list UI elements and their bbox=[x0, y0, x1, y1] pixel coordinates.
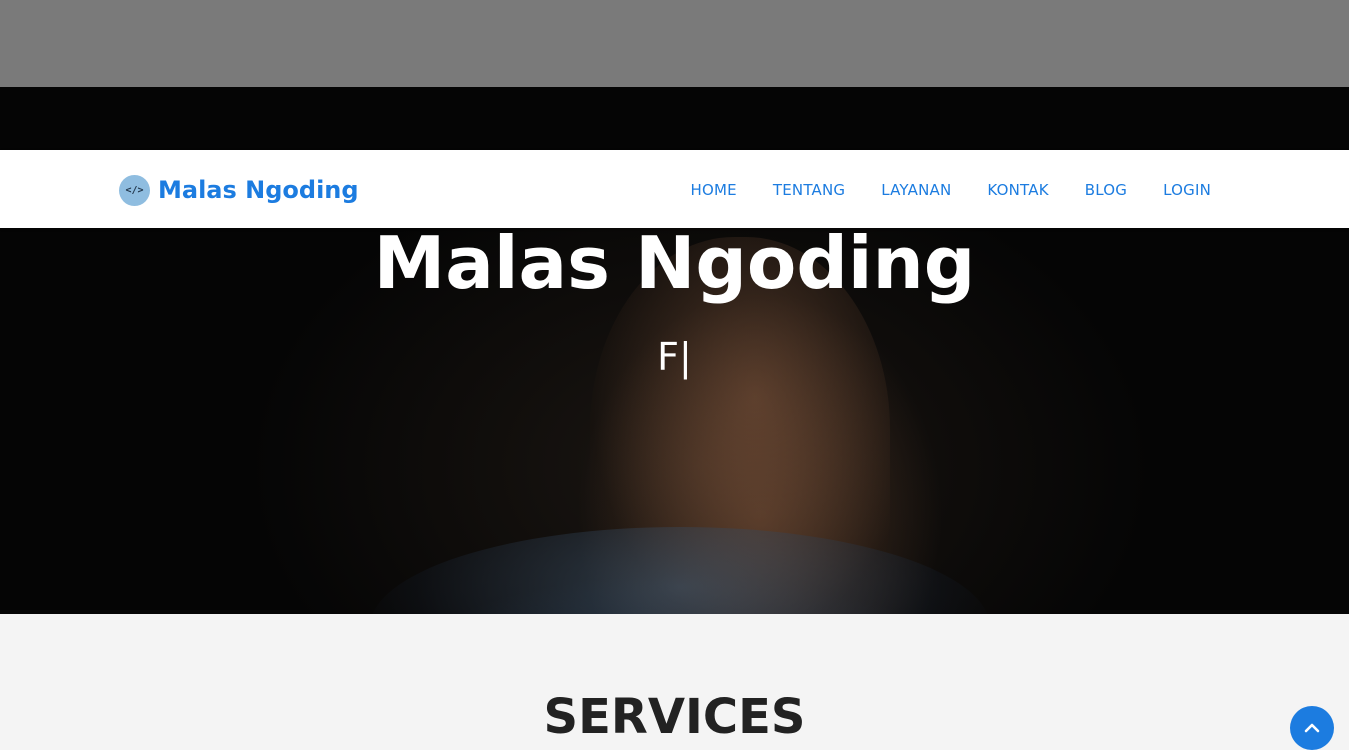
nav-item: KONTAK bbox=[987, 180, 1048, 199]
nav-link-kontak[interactable]: KONTAK bbox=[987, 181, 1048, 199]
nav-item: TENTANG bbox=[773, 180, 845, 199]
nav-item: LAYANAN bbox=[881, 180, 951, 199]
navbar: </> Malas Ngoding HOME TENTANG LAYANAN K… bbox=[0, 150, 1349, 228]
brand-link[interactable]: </> Malas Ngoding bbox=[119, 174, 359, 206]
services-title: SERVICES bbox=[543, 689, 806, 745]
nav-item: HOME bbox=[691, 180, 737, 199]
nav-menu: HOME TENTANG LAYANAN KONTAK BLOG LOGIN bbox=[691, 150, 1211, 228]
nav-link-blog[interactable]: BLOG bbox=[1085, 181, 1127, 199]
nav-link-tentang[interactable]: TENTANG bbox=[773, 181, 845, 199]
nav-item: BLOG bbox=[1085, 180, 1127, 199]
brand-name: Malas Ngoding bbox=[158, 176, 359, 204]
hero-typed-text: F| bbox=[0, 335, 1349, 379]
hero-background-shoulders bbox=[370, 527, 990, 614]
nav-item: LOGIN bbox=[1163, 180, 1211, 199]
back-to-top-button[interactable] bbox=[1290, 706, 1334, 750]
typed-text: F bbox=[657, 335, 680, 379]
hero-title: Malas Ngoding bbox=[373, 221, 976, 305]
chevron-up-icon bbox=[1304, 723, 1320, 733]
typed-cursor: | bbox=[679, 335, 692, 379]
nav-link-login[interactable]: LOGIN bbox=[1163, 181, 1211, 199]
nav-link-home[interactable]: HOME bbox=[691, 181, 737, 199]
code-logo-icon: </> bbox=[119, 174, 150, 206]
top-gray-bar bbox=[0, 0, 1349, 87]
nav-link-layanan[interactable]: LAYANAN bbox=[881, 181, 951, 199]
